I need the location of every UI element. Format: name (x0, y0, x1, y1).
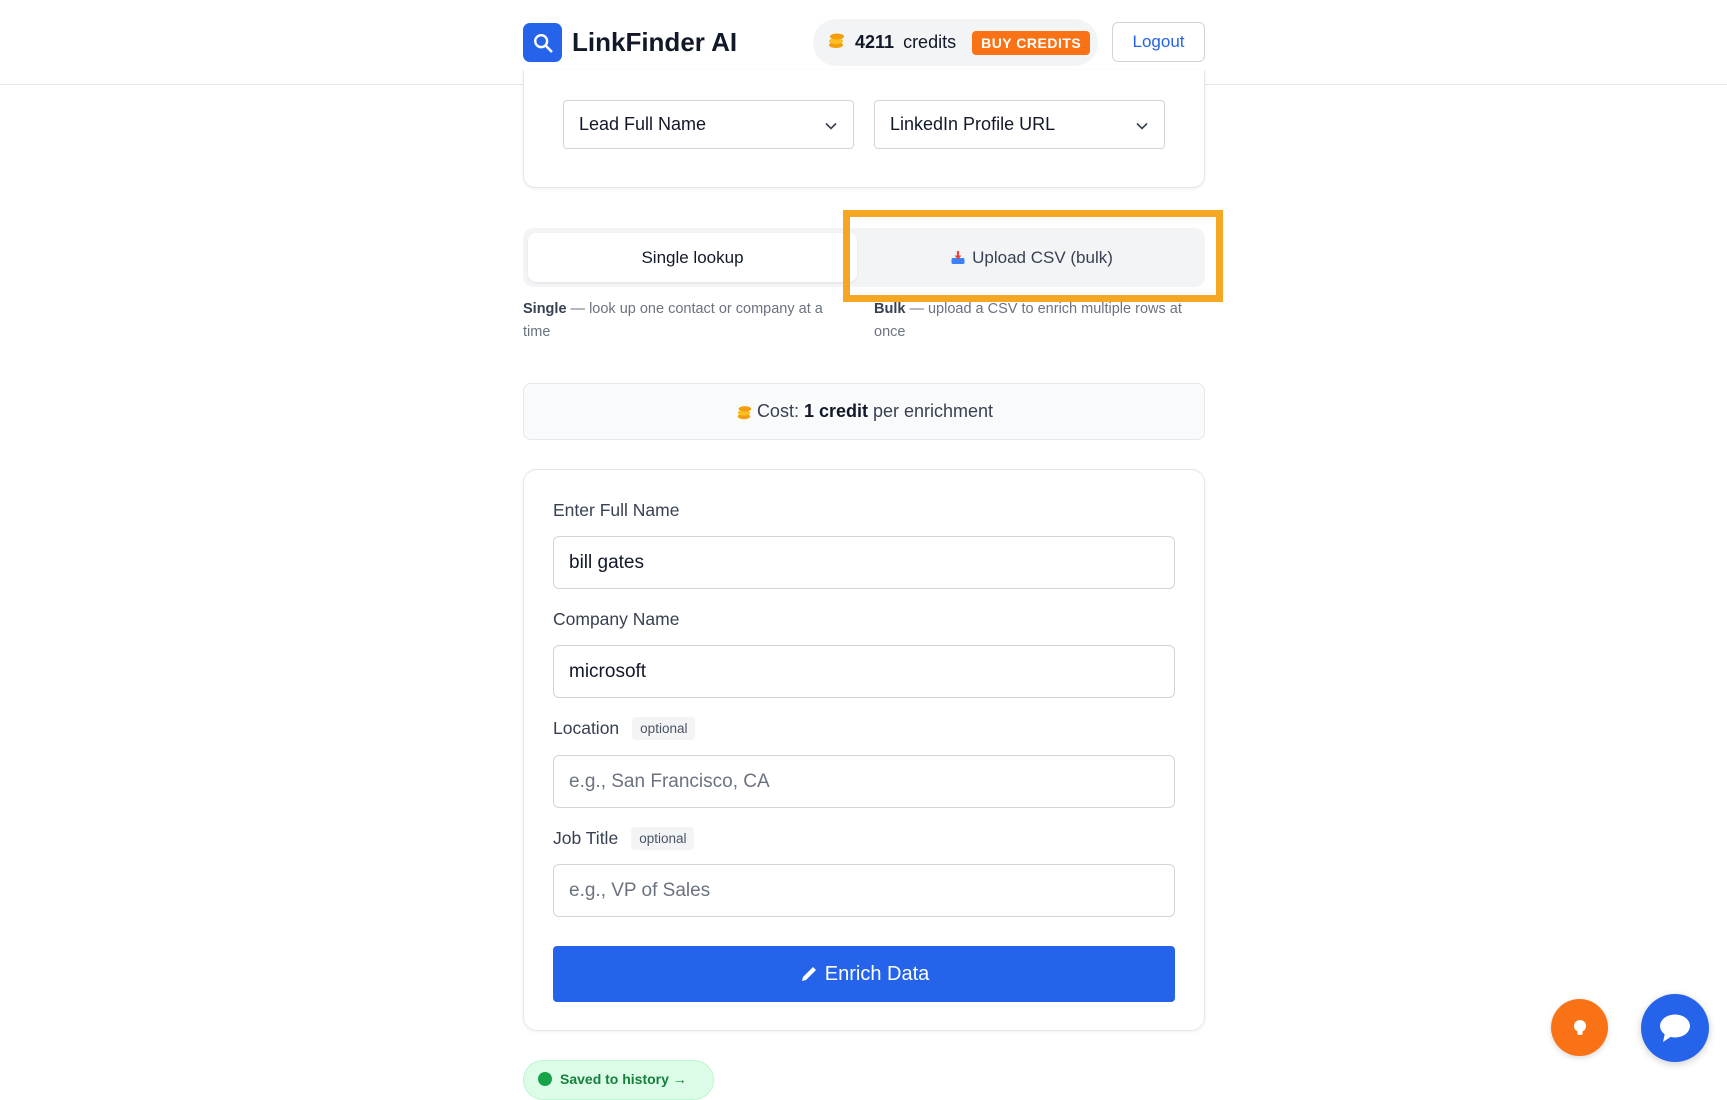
chevron-down-icon (824, 117, 838, 138)
lightbulb-icon (1569, 1017, 1591, 1039)
company-name-input[interactable] (553, 645, 1175, 698)
full-name-input[interactable] (553, 536, 1175, 589)
inbox-tray-icon (950, 250, 966, 266)
job-title-input[interactable] (553, 864, 1175, 917)
cost-info: Cost: 1 credit per enrichment (523, 383, 1205, 440)
location-label-text: Location (553, 718, 620, 738)
coins-icon (826, 30, 846, 55)
output-type-select[interactable]: LinkedIn Profile URL (874, 100, 1165, 149)
single-desc-text: — look up one contact or company at a ti… (523, 301, 823, 340)
company-label: Company Name (553, 609, 679, 630)
saved-to-history-label: Saved to history → (560, 1071, 687, 1087)
cost-suffix: per enrichment (872, 401, 994, 421)
job-title-label-text: Job Title (553, 828, 619, 848)
check-circle-icon (538, 1072, 552, 1086)
tab-single-label: Single lookup (641, 247, 744, 267)
full-name-label-text: Enter Full Name (553, 500, 680, 520)
logout-button[interactable]: Logout (1112, 22, 1205, 62)
optional-badge: optional (631, 827, 695, 850)
location-input[interactable] (553, 755, 1175, 808)
search-icon (523, 23, 562, 62)
single-description: Single — look up one contact or company … (523, 298, 848, 344)
chat-button[interactable] (1641, 994, 1709, 1062)
location-label: Location optional (553, 717, 696, 740)
cost-prefix: Cost: (756, 401, 799, 421)
bulk-description: Bulk — upload a CSV to enrich multiple r… (874, 298, 1199, 344)
output-type-value: LinkedIn Profile URL (890, 114, 1056, 134)
job-title-label: Job Title optional (553, 827, 695, 850)
enrich-data-button[interactable]: Enrich Data (553, 946, 1175, 1002)
lookup-mode-tabs: Single lookup Upload CSV (bulk) (523, 228, 1205, 287)
coins-icon (735, 403, 753, 421)
single-desc-bold: Single (523, 301, 567, 317)
chevron-down-icon (1135, 117, 1149, 138)
credits-pill: 4211 credits BUY CREDITS (813, 19, 1098, 66)
full-name-label: Enter Full Name (553, 500, 679, 521)
credits-label: credits (903, 32, 957, 52)
input-type-select[interactable]: Lead Full Name (563, 100, 854, 149)
tab-single-lookup[interactable]: Single lookup (528, 233, 857, 282)
bulk-desc-bold: Bulk (874, 301, 906, 317)
pencil-icon (799, 964, 825, 984)
input-type-value: Lead Full Name (579, 114, 707, 134)
company-label-text: Company Name (553, 609, 680, 629)
bulk-desc-text: — upload a CSV to enrich multiple rows a… (874, 301, 1182, 340)
tab-upload-label: Upload CSV (bulk) (972, 247, 1113, 267)
optional-badge: optional (632, 717, 696, 740)
chat-bubble-icon (1657, 1011, 1693, 1045)
credits-count: 4211 (855, 32, 895, 52)
brand-name: LinkFinder AI (572, 27, 738, 57)
brand[interactable]: LinkFinder AI (523, 23, 737, 62)
cost-amount: 1 credit (803, 401, 868, 421)
tab-upload-csv[interactable]: Upload CSV (bulk) (863, 233, 1200, 282)
enrich-data-label: Enrich Data (824, 962, 930, 985)
tips-button[interactable] (1551, 999, 1608, 1056)
buy-credits-button[interactable]: BUY CREDITS (972, 30, 1091, 55)
saved-to-history-link[interactable]: Saved to history → (523, 1060, 714, 1100)
